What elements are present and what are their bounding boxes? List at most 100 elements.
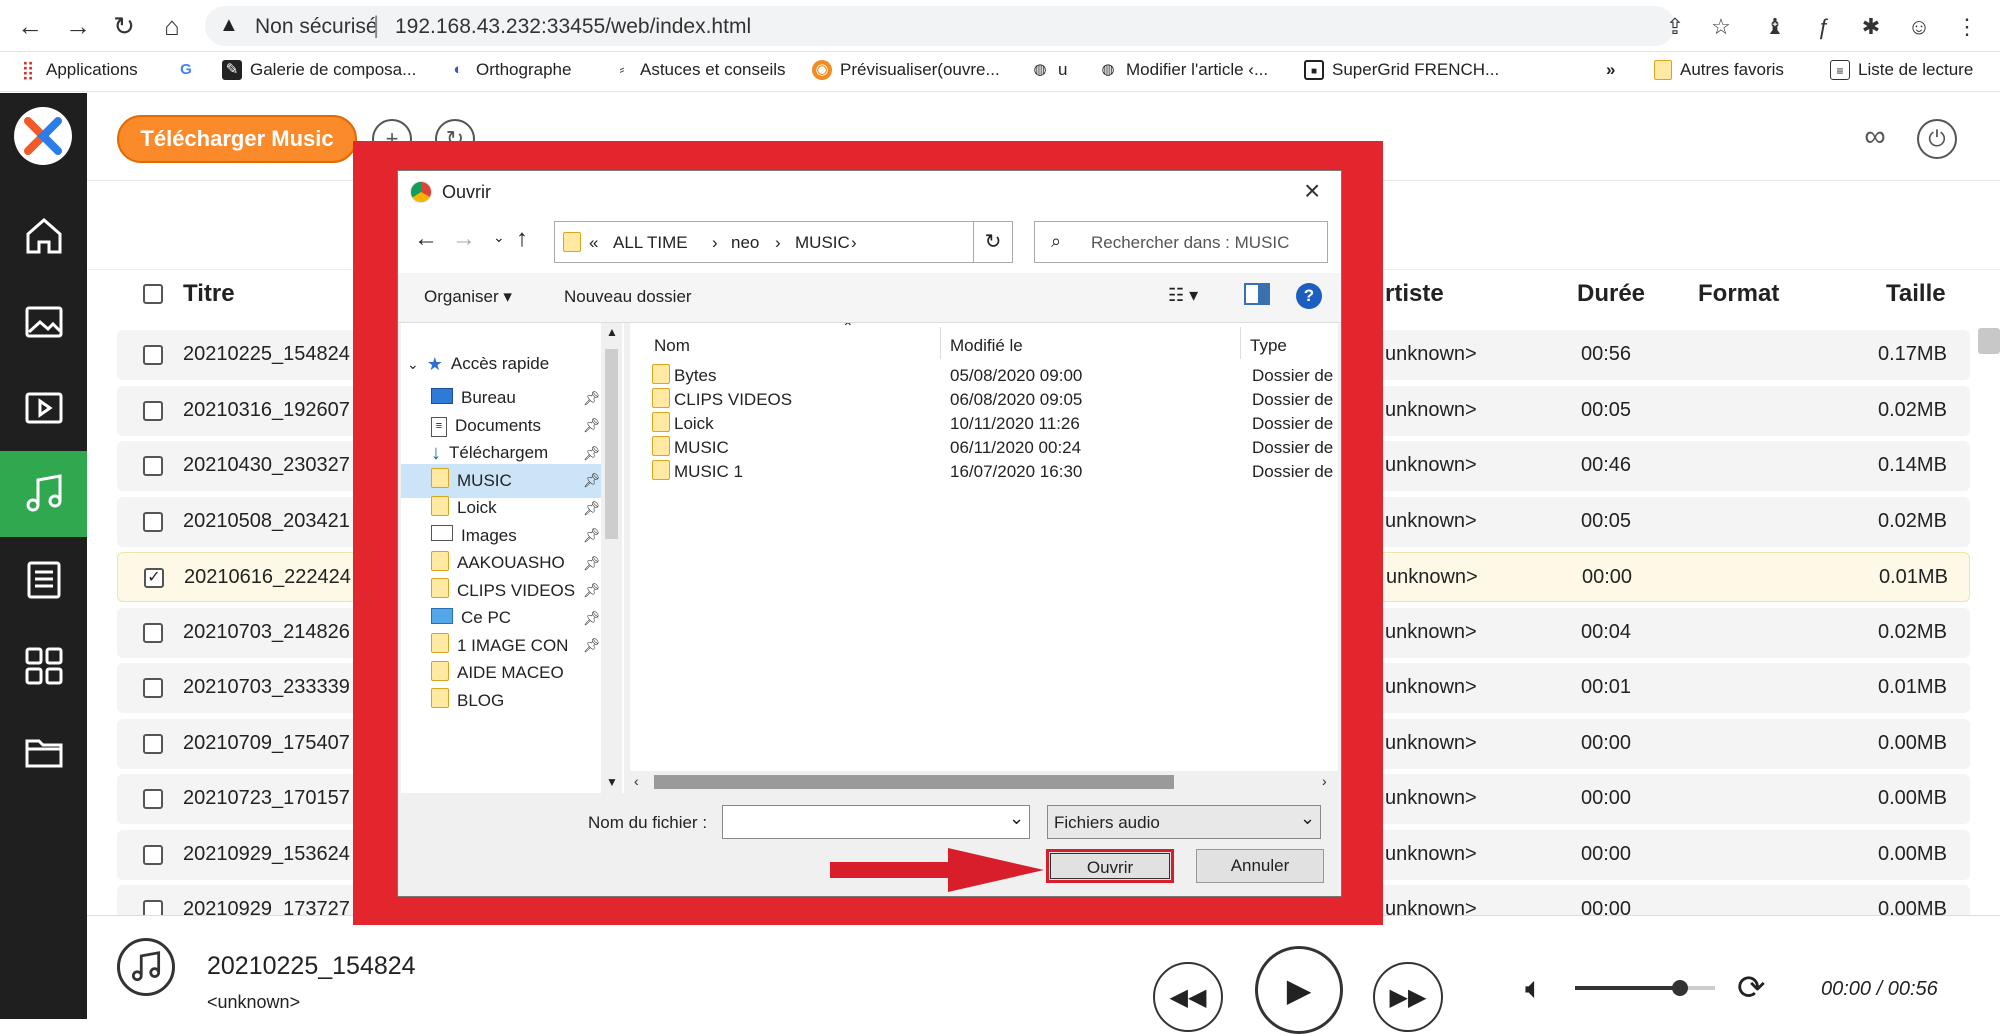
recent-locations-chevron-icon[interactable]: ⌄ <box>493 229 505 246</box>
share-icon[interactable]: ⇪ <box>1660 12 1690 42</box>
scroll-up-icon[interactable]: ▲ <box>606 325 618 339</box>
sidebar-item-apps[interactable] <box>0 623 87 709</box>
sidebar-item-home[interactable] <box>0 193 87 279</box>
pin-icon[interactable]: 📌︎ <box>583 417 601 434</box>
row-checkbox[interactable] <box>143 345 163 365</box>
profile-avatar-icon[interactable]: ☺ <box>1904 12 1934 42</box>
row-checkbox[interactable] <box>143 400 163 421</box>
bookmark-astuces[interactable]: ⸗ Astuces et conseils <box>612 60 786 80</box>
star-icon[interactable]: ☆ <box>1706 12 1736 42</box>
url-text[interactable]: 192.168.43.232:33455/web/index.html <box>395 15 751 39</box>
column-format[interactable]: Format <box>1698 280 1779 308</box>
bookmarks-overflow-button[interactable]: » <box>1606 60 1615 80</box>
bookmark-modifier-article[interactable]: ◍ Modifier l'article ‹... <box>1098 60 1268 80</box>
previous-button[interactable]: ◀◀ <box>1153 962 1223 1032</box>
column-artist[interactable]: rtiste <box>1385 280 1444 308</box>
volume-slider[interactable] <box>1575 980 1715 996</box>
volume-icon[interactable]: 🔈︎ <box>1525 972 1543 1006</box>
pin-icon[interactable]: 📌︎ <box>583 610 601 627</box>
pin-icon[interactable]: 📌︎ <box>583 582 601 599</box>
pin-icon[interactable]: 📌︎ <box>583 637 601 654</box>
next-button[interactable]: ▶▶ <box>1373 962 1443 1032</box>
forward-icon[interactable]: → <box>60 8 96 44</box>
pin-icon[interactable]: 📌︎ <box>583 555 601 572</box>
pin-icon[interactable]: 📌︎ <box>583 527 601 544</box>
row-checkbox[interactable] <box>143 678 163 698</box>
bookmark-supergrid[interactable]: ■ SuperGrid FRENCH... <box>1304 60 1499 80</box>
home-icon[interactable]: ⌂ <box>154 8 190 44</box>
scroll-left-icon[interactable]: ‹ <box>634 773 639 789</box>
chevron-down-icon[interactable]: ⌄ <box>1300 808 1315 829</box>
address-bar[interactable]: ▲ Non sécurisé | 192.168.43.232:33455/we… <box>205 6 1675 46</box>
bookmark-u[interactable]: ◍ u <box>1030 60 1067 80</box>
tree-quick-access[interactable]: ⌄ ★ Accès rapide <box>407 347 607 381</box>
pin-icon[interactable]: 📌︎ <box>583 390 601 407</box>
scroll-thumb[interactable] <box>654 775 1174 789</box>
bookmark-other-favorites[interactable]: Autres favoris <box>1654 60 1784 80</box>
pin-icon[interactable]: 📌︎ <box>583 472 601 489</box>
menu-dots-icon[interactable]: ⋮ <box>1952 12 1982 42</box>
cancel-button[interactable]: Annuler <box>1196 849 1324 883</box>
chevron-down-icon[interactable]: ⌄ <box>1009 808 1024 829</box>
link-icon[interactable]: ∞ <box>1855 119 1895 159</box>
new-folder-button[interactable]: Nouveau dossier <box>564 287 692 307</box>
column-type[interactable]: Type <box>1250 336 1287 356</box>
up-arrow-icon[interactable]: ↑ <box>516 225 528 253</box>
puzzle-icon[interactable]: ✱ <box>1856 12 1886 42</box>
bookmark-previsualiser[interactable]: ◉ Prévisualiser(ouvre... <box>812 60 1000 80</box>
filename-input[interactable]: ⌄ <box>722 805 1030 839</box>
file-row[interactable]: MUSIC 1 16/07/2020 16:30 Dossier de fi <box>630 457 1338 487</box>
bookmark-applications[interactable]: ⣿ Applications <box>18 60 137 80</box>
row-checkbox[interactable] <box>143 789 163 809</box>
extension-formula-icon[interactable]: ƒ <box>1808 12 1838 42</box>
sidebar-item-documents[interactable] <box>0 537 87 623</box>
sidebar-item-photos[interactable] <box>0 279 87 365</box>
view-options-icon[interactable]: ☷ ▾ <box>1168 285 1198 306</box>
sidebar-item-videos[interactable] <box>0 365 87 451</box>
pin-icon[interactable]: 📌︎ <box>583 445 601 462</box>
help-icon[interactable]: ? <box>1296 283 1322 309</box>
preview-pane-icon[interactable] <box>1244 283 1270 305</box>
tree-scrollbar[interactable]: ▲ ▼ <box>601 323 622 793</box>
pin-icon[interactable]: 📌︎ <box>583 500 601 517</box>
forward-arrow-icon[interactable]: → <box>452 225 476 253</box>
breadcrumb-item[interactable]: MUSIC <box>795 233 850 253</box>
volume-knob[interactable] <box>1672 980 1688 996</box>
back-arrow-icon[interactable]: ← <box>414 225 438 253</box>
close-icon[interactable]: × <box>1304 175 1320 207</box>
row-checkbox[interactable] <box>143 733 163 754</box>
bookmark-google[interactable]: G <box>176 60 196 80</box>
row-checkbox[interactable] <box>143 511 163 532</box>
breadcrumb-overflow[interactable]: « <box>589 233 598 253</box>
column-duration[interactable]: Durée <box>1577 280 1645 308</box>
path-breadcrumb[interactable]: « ALL TIME › neo › MUSIC › ⌄ <box>554 221 1007 263</box>
column-modified[interactable]: Modifié le <box>950 336 1023 356</box>
column-size[interactable]: Taille <box>1886 280 1946 308</box>
reload-icon[interactable]: ↻ <box>106 8 142 44</box>
back-icon[interactable]: ← <box>12 8 48 44</box>
row-checkbox[interactable] <box>143 844 163 865</box>
horizontal-scrollbar[interactable]: ‹ › <box>630 771 1338 793</box>
row-checkbox[interactable] <box>143 900 163 915</box>
row-checkbox[interactable] <box>143 622 163 643</box>
scroll-right-icon[interactable]: › <box>1322 773 1327 789</box>
sidebar-item-music[interactable] <box>0 451 87 537</box>
power-icon[interactable]: ⏻ <box>1917 119 1957 159</box>
repeat-icon[interactable]: ⟳ <box>1737 968 1766 1008</box>
bookmark-orthographe[interactable]: ◐ Orthographe <box>448 60 571 80</box>
extension-bell-icon[interactable]: ♝ <box>1760 12 1790 42</box>
refresh-icon[interactable]: ↻ <box>973 221 1013 263</box>
tree-item[interactable]: BLOG <box>401 684 601 718</box>
bookmark-galerie[interactable]: ✎ Galerie de composa... <box>222 60 416 80</box>
bookmark-reading-list[interactable]: ≡ Liste de lecture <box>1830 60 1973 80</box>
table-scrollbar[interactable] <box>1978 328 2000 354</box>
organize-button[interactable]: Organiser ▾ <box>424 287 512 307</box>
play-button[interactable]: ▶ <box>1255 946 1343 1034</box>
row-checkbox[interactable] <box>143 456 163 476</box>
search-box[interactable]: ⌕ Rechercher dans : MUSIC <box>1034 221 1328 263</box>
file-type-select[interactable]: Fichiers audio ⌄ <box>1047 805 1321 839</box>
scroll-thumb[interactable] <box>605 349 618 539</box>
sidebar-item-files[interactable] <box>0 709 87 795</box>
column-title[interactable]: Titre <box>183 280 235 308</box>
scroll-down-icon[interactable]: ▼ <box>606 775 618 789</box>
